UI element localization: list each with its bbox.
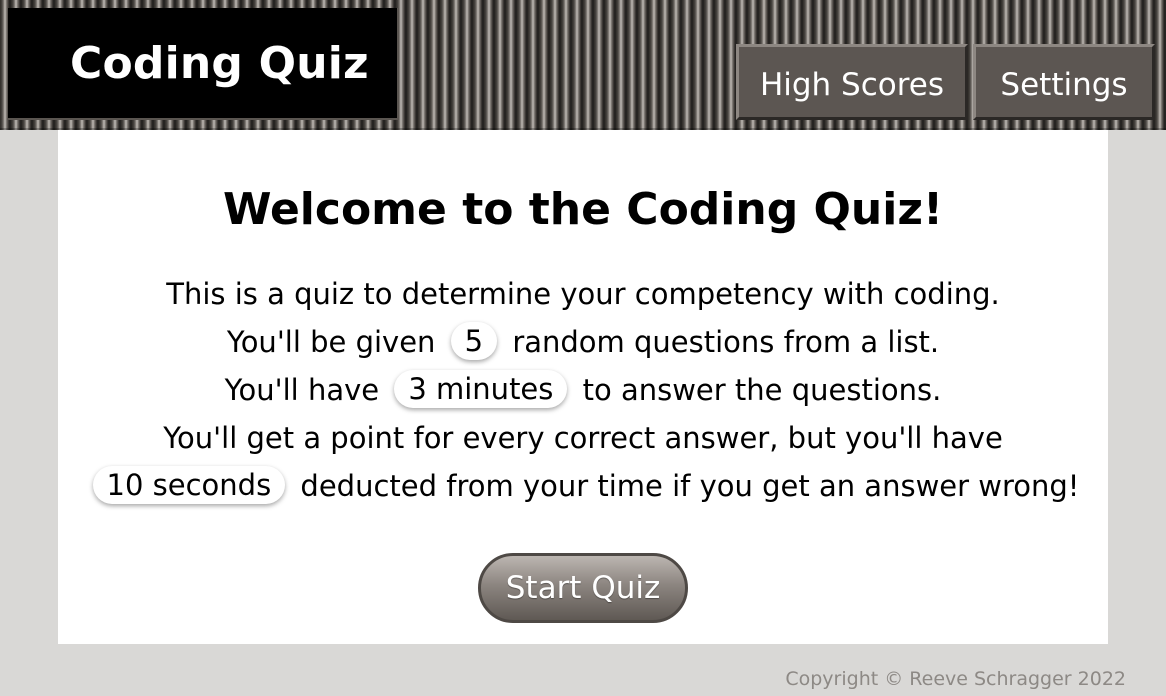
description-line-5-after: deducted from your time if you get an an…	[300, 469, 1080, 503]
description-line-3-after: to answer the questions.	[582, 373, 942, 407]
high-scores-button[interactable]: High Scores	[736, 44, 968, 120]
start-quiz-button[interactable]: Start Quiz	[478, 553, 688, 623]
copyright-text: Copyright © Reeve Schragger 2022	[785, 668, 1126, 690]
description-line-3-before: You'll have	[224, 373, 380, 407]
settings-button[interactable]: Settings	[973, 44, 1155, 120]
welcome-card: Welcome to the Coding Quiz! This is a qu…	[58, 130, 1108, 644]
description-line-3: You'll have 3 minutes to answer the ques…	[58, 366, 1108, 414]
time-limit-pill: 3 minutes	[394, 370, 568, 408]
app-title: Coding Quiz	[70, 38, 369, 89]
penalty-pill: 10 seconds	[92, 466, 286, 504]
description-line-2-after: random questions from a list.	[512, 325, 940, 359]
description-line-5: 10 seconds deducted from your time if yo…	[58, 462, 1108, 510]
description-line-4: You'll get a point for every correct ans…	[58, 414, 1108, 462]
description-line-1: This is a quiz to determine your compete…	[58, 270, 1108, 318]
question-count-pill: 5	[450, 322, 498, 360]
description-line-4-text: You'll get a point for every correct ans…	[163, 421, 1003, 455]
welcome-heading: Welcome to the Coding Quiz!	[222, 184, 944, 235]
header-bar: Coding Quiz High Scores Settings	[0, 0, 1166, 130]
brand-box: Coding Quiz	[8, 8, 399, 120]
description-line-1-text: This is a quiz to determine your compete…	[166, 277, 1000, 311]
description-line-2-before: You'll be given	[226, 325, 436, 359]
description-line-2: You'll be given 5 random questions from …	[58, 318, 1108, 366]
quiz-description: This is a quiz to determine your compete…	[58, 270, 1108, 510]
